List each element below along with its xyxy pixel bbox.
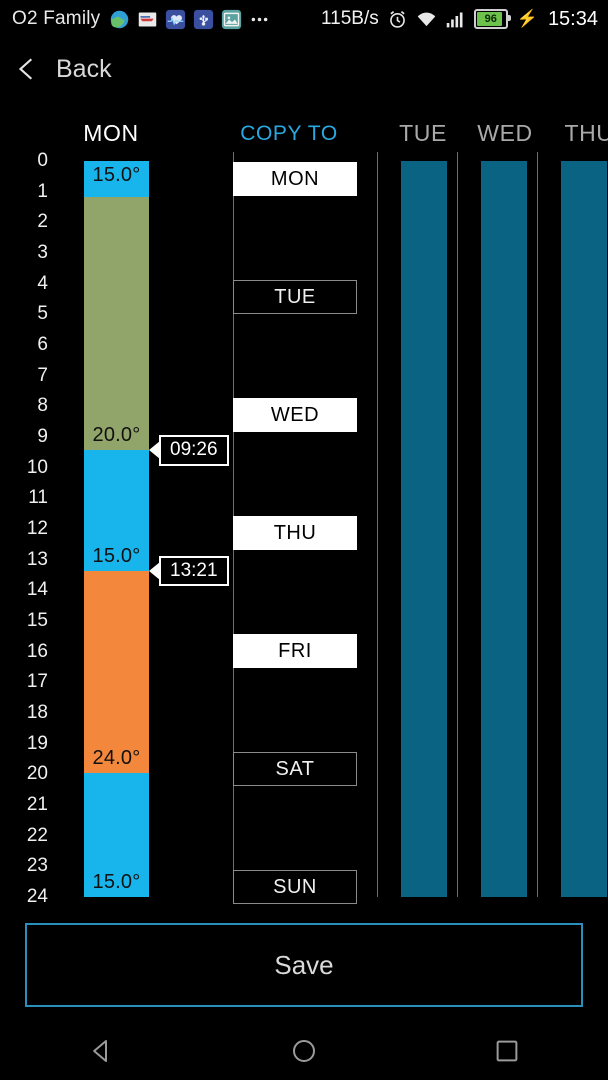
hour-tick-19: 19 bbox=[26, 732, 48, 754]
segment-temperature-label: 15.0° bbox=[92, 164, 141, 186]
battery-icon: 96 bbox=[473, 9, 511, 29]
preview-rail bbox=[377, 152, 378, 897]
copy-to-day-tue[interactable]: TUE bbox=[233, 280, 357, 314]
schedule-segment[interactable]: 15.0° bbox=[84, 772, 149, 897]
preview-day-bar[interactable] bbox=[561, 161, 607, 897]
preview-day-bar[interactable] bbox=[481, 161, 527, 897]
nav-back-triangle-icon[interactable] bbox=[86, 1036, 116, 1066]
heart-rate-icon bbox=[166, 9, 186, 29]
globe-icon bbox=[111, 10, 129, 28]
copy-to-day-wed[interactable]: WED bbox=[233, 398, 357, 432]
chevron-left-icon[interactable] bbox=[14, 56, 40, 82]
hour-tick-4: 4 bbox=[37, 272, 48, 294]
preview-day-title-thu[interactable]: THU bbox=[548, 120, 608, 147]
preview-day-title-wed[interactable]: WED bbox=[462, 120, 548, 147]
preview-day-title-tue[interactable]: TUE bbox=[382, 120, 464, 147]
hour-tick-9: 9 bbox=[37, 426, 48, 447]
save-button-label: Save bbox=[274, 949, 334, 980]
preview-rail bbox=[457, 152, 458, 897]
preview-day-bar[interactable] bbox=[401, 161, 447, 897]
status-notification-icons bbox=[109, 9, 270, 30]
hour-tick-23: 23 bbox=[26, 855, 48, 877]
schedule-editor: MON COPY TO TUE WED THU 0 1 2 3 4 5 6 7 8 9 10 11 12… bbox=[0, 100, 608, 910]
time-handle[interactable]: 13:21 bbox=[149, 555, 229, 587]
hour-tick-15: 15 bbox=[26, 610, 48, 631]
schedule-segment[interactable]: 24.0° bbox=[84, 571, 149, 773]
back-bar[interactable]: Back bbox=[0, 38, 608, 100]
hour-tick-21: 21 bbox=[26, 794, 48, 815]
hour-tick-11: 11 bbox=[28, 487, 48, 509]
preview-rail bbox=[537, 152, 538, 897]
preview-column-wed[interactable] bbox=[457, 152, 537, 897]
battery-percent-label: 96 bbox=[484, 12, 497, 25]
status-system-icons: 115B/s 96 ⚡ 15:34 bbox=[321, 8, 598, 31]
preview-column-tue[interactable] bbox=[377, 152, 457, 897]
android-nav-bar bbox=[0, 1022, 608, 1080]
nav-recents-square-icon[interactable] bbox=[492, 1036, 522, 1066]
carrier-label: O2 Family bbox=[12, 8, 101, 29]
save-button[interactable]: Save bbox=[25, 923, 583, 1007]
segment-temperature-label: 24.0° bbox=[92, 746, 141, 769]
handle-time-label: 13:21 bbox=[159, 555, 229, 587]
schedule-segment[interactable]: 20.0° bbox=[84, 197, 149, 451]
usb-icon bbox=[194, 9, 214, 29]
hour-tick-6: 6 bbox=[37, 334, 48, 355]
hour-tick-16: 16 bbox=[26, 640, 48, 662]
hour-tick-1: 1 bbox=[37, 180, 48, 202]
hour-tick-10: 10 bbox=[26, 456, 48, 478]
card-icon bbox=[139, 12, 157, 26]
hour-tick-3: 3 bbox=[37, 242, 48, 263]
hour-tick-7: 7 bbox=[37, 364, 48, 386]
hour-tick-0: 0 bbox=[37, 150, 48, 171]
hour-tick-18: 18 bbox=[26, 702, 48, 723]
status-bar: O2 Family 115B/s 96 ⚡ 15:34 bbox=[0, 0, 608, 38]
nav-home-circle-icon[interactable] bbox=[289, 1036, 319, 1066]
hour-tick-22: 22 bbox=[26, 824, 48, 846]
hour-tick-12: 12 bbox=[26, 518, 48, 539]
wifi-icon bbox=[417, 12, 436, 26]
hour-tick-8: 8 bbox=[37, 395, 48, 417]
copy-to-day-thu[interactable]: THU bbox=[233, 516, 357, 550]
hour-tick-20: 20 bbox=[26, 763, 48, 785]
preview-column-thu[interactable] bbox=[537, 152, 608, 897]
hour-tick-13: 13 bbox=[26, 548, 48, 570]
copy-to-day-fri[interactable]: FRI bbox=[233, 634, 357, 668]
schedule-segment[interactable]: 15.0° bbox=[84, 161, 149, 198]
signal-icon bbox=[446, 12, 463, 27]
copy-to-day-mon[interactable]: MON bbox=[233, 162, 357, 196]
copy-to-list: MON TUE WED THU FRI SAT SUN bbox=[233, 152, 357, 904]
charging-bolt-icon: ⚡ bbox=[516, 9, 538, 28]
handle-time-label: 09:26 bbox=[159, 435, 229, 466]
network-speed-label: 115B/s bbox=[321, 8, 379, 29]
status-clock: 15:34 bbox=[547, 7, 598, 30]
segment-temperature-label: 15.0° bbox=[92, 870, 141, 893]
copy-to-day-sun[interactable]: SUN bbox=[233, 870, 357, 904]
back-label[interactable]: Back bbox=[56, 55, 112, 84]
copy-to-day-sat[interactable]: SAT bbox=[233, 752, 357, 786]
editing-day-title: MON bbox=[83, 120, 139, 146]
segment-temperature-label: 15.0° bbox=[92, 545, 141, 567]
hour-tick-17: 17 bbox=[26, 671, 48, 693]
schedule-segment[interactable]: 15.0° bbox=[84, 450, 149, 571]
more-icon bbox=[252, 17, 268, 21]
hour-ruler: 0 1 2 3 4 5 6 7 8 9 10 11 12 13 14 15 16 17 18 19 20 21 22 23 24 bbox=[0, 100, 70, 910]
day-schedule-bar[interactable]: 15.0° 20.0° 15.0° 24.0° 15.0° 09:26 13:21 bbox=[84, 161, 229, 897]
segment-temperature-label: 20.0° bbox=[92, 424, 141, 447]
alarm-icon bbox=[389, 10, 405, 28]
hour-tick-5: 5 bbox=[37, 303, 48, 325]
hour-tick-2: 2 bbox=[37, 211, 48, 233]
hour-tick-14: 14 bbox=[26, 579, 48, 601]
copy-to-title: COPY TO bbox=[240, 122, 338, 145]
hour-tick-24: 24 bbox=[26, 886, 48, 907]
time-handle[interactable]: 09:26 bbox=[149, 435, 229, 466]
gallery-icon bbox=[222, 9, 242, 29]
